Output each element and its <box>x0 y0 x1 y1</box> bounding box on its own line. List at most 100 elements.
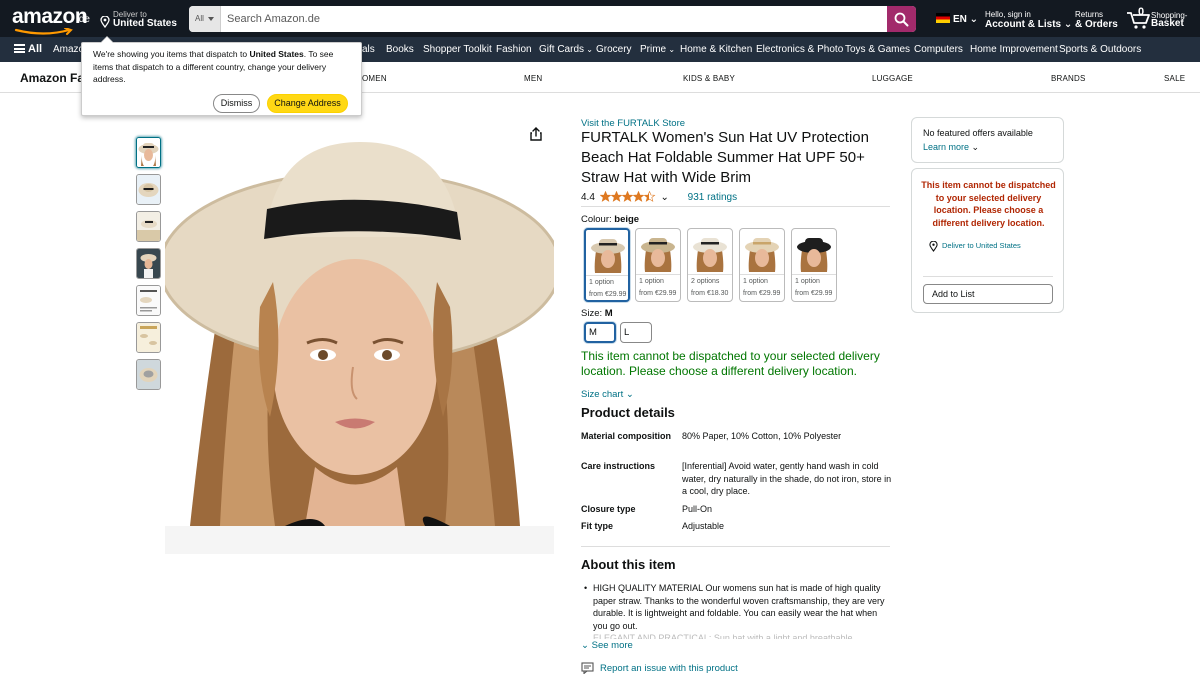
size-label: Size: M <box>581 308 613 319</box>
thumbnail[interactable] <box>136 211 161 242</box>
thumbnail[interactable] <box>136 137 161 168</box>
chevron-down-icon: ⌄ <box>623 389 634 400</box>
nav-item-deals[interactable]: als <box>362 44 375 55</box>
returns-label: Returns <box>1075 10 1104 19</box>
divider <box>923 276 1053 277</box>
swatch-price: from €29.99 <box>743 290 781 297</box>
detail-value: [Inferential] Avoid water, gently hand w… <box>682 461 892 496</box>
about-bullet-truncated: ELEGANT AND PRACTICAL: Sun hat with a li… <box>593 633 853 639</box>
search-bar: All <box>189 6 916 32</box>
nav-item-gift-cards[interactable]: Gift Cards <box>539 44 593 55</box>
product-details-heading: Product details <box>581 405 675 420</box>
features-thumbnail <box>137 323 160 352</box>
thumbnail[interactable] <box>136 174 161 205</box>
all-menu-button[interactable]: All <box>14 43 42 55</box>
divider <box>586 275 628 276</box>
language-selector[interactable]: EN ⌄ <box>936 13 978 25</box>
nav-item-sports-outdoors[interactable]: Sports & Outdoors <box>1059 44 1141 55</box>
colour-swatch[interactable]: 1 option from €29.99 <box>584 228 630 302</box>
swatch-image <box>795 232 833 272</box>
hat-closeup-thumbnail <box>137 360 160 389</box>
nav-item-prime[interactable]: Prime <box>640 44 675 55</box>
subnav-item-luggage[interactable]: LUGGAGE <box>872 74 913 83</box>
detail-key: Care instructions <box>581 461 656 471</box>
colour-swatch[interactable]: 1 option from €29.99 <box>791 228 837 302</box>
ratings-count-link[interactable]: 931 ratings <box>688 192 737 203</box>
swatch-image <box>743 232 781 272</box>
amazon-logo[interactable]: amazon .de <box>12 6 90 35</box>
selected-colour: beige <box>614 214 640 225</box>
chevron-down-icon: ⌄ <box>969 142 980 152</box>
main-product-image[interactable] <box>158 117 562 554</box>
returns-and-orders[interactable]: Returns & Orders <box>1075 10 1118 31</box>
rating-row: 4.4 ⌄ 931 ratings <box>581 191 737 203</box>
see-more-link[interactable]: ⌄ See more <box>581 640 633 651</box>
divider <box>581 206 890 207</box>
thumbnail[interactable] <box>136 285 161 316</box>
search-submit-button[interactable] <box>887 6 916 32</box>
nav-item-computers[interactable]: Computers <box>914 44 963 55</box>
detail-key: Fit type <box>581 521 614 531</box>
subnav-brand[interactable]: Amazon Fa <box>20 71 84 85</box>
chevron-down-icon: ⌄ <box>1061 19 1073 30</box>
nav-item-toys-games[interactable]: Toys & Games <box>845 44 910 55</box>
divider <box>581 546 890 547</box>
nav-item-home-kitchen[interactable]: Home & Kitchen <box>680 44 752 55</box>
size-chart-link[interactable]: Size chart ⌄ <box>581 389 634 400</box>
chevron-down-icon[interactable]: ⌄ <box>660 192 668 203</box>
search-category-dropdown[interactable]: All <box>189 6 221 32</box>
rating-value: 4.4 <box>581 192 595 203</box>
thumbnail[interactable] <box>136 248 161 279</box>
nav-item-electronics[interactable]: Electronics & Photo <box>756 44 843 55</box>
selected-size: M <box>604 308 613 319</box>
size-option-l[interactable]: L <box>620 322 652 343</box>
size-option-m[interactable]: M <box>584 322 616 343</box>
learn-more-link[interactable]: Learn more ⌄ <box>923 142 979 153</box>
nav-item-home-improvement[interactable]: Home Improvement <box>970 44 1058 55</box>
orders-label: & Orders <box>1075 19 1118 30</box>
colour-swatch[interactable]: 2 options from €18.30 <box>687 228 733 302</box>
nav-item-books[interactable]: Books <box>386 44 414 55</box>
nav-item-amazon[interactable]: Amazo <box>53 44 84 55</box>
location-pin-icon <box>100 16 110 28</box>
swatch-image <box>589 233 627 273</box>
shopping-basket[interactable]: 0 Shopping- Basket <box>1126 6 1196 32</box>
thumbnail[interactable] <box>136 359 161 390</box>
subnav-item-sale[interactable]: SALE <box>1164 74 1185 83</box>
no-offers-text: No featured offers available <box>923 128 1033 138</box>
colour-swatch[interactable]: 1 option from €29.99 <box>739 228 785 302</box>
star-rating-icon[interactable] <box>599 191 656 202</box>
dismiss-button[interactable]: Dismiss <box>213 94 260 113</box>
search-input[interactable] <box>223 6 883 32</box>
nav-item-grocery[interactable]: Grocery <box>596 44 632 55</box>
deliver-country: United States <box>113 18 177 29</box>
account-and-lists[interactable]: Hello, sign in Account & Lists ⌄ <box>985 10 1072 31</box>
change-address-button[interactable]: Change Address <box>267 94 348 113</box>
hat-product-thumbnail <box>137 175 160 204</box>
comment-icon <box>581 662 594 675</box>
add-to-list-button[interactable]: Add to List <box>923 284 1053 304</box>
subnav-item-kids-baby[interactable]: KIDS & BABY <box>683 74 735 83</box>
smile-arrow-icon <box>14 28 73 35</box>
deliver-to-link[interactable]: Deliver to United States <box>929 240 1052 252</box>
model-hat-thumbnail <box>137 138 160 167</box>
subnav-item-men[interactable]: MEN <box>524 74 542 83</box>
swatch-options: 1 option <box>795 278 820 285</box>
account-greeting: Hello, sign in <box>985 10 1031 19</box>
account-label: Account & Lists <box>985 19 1062 30</box>
subnav-item-brands[interactable]: BRANDS <box>1051 74 1086 83</box>
divider <box>636 274 680 275</box>
detail-value: 80% Paper, 10% Cotton, 10% Polyester <box>682 431 842 441</box>
share-icon[interactable] <box>528 126 544 142</box>
colour-label: Colour: beige <box>581 214 640 225</box>
divider <box>688 274 732 275</box>
nav-item-shopper-toolkit[interactable]: Shopper Toolkit <box>423 44 492 55</box>
thumbnail[interactable] <box>136 322 161 353</box>
product-title: FURTALK Women's Sun Hat UV Protection Be… <box>581 129 869 186</box>
basket-count-badge: 0 <box>1138 6 1145 18</box>
model-wearing-sun-hat-photo <box>158 117 562 554</box>
subnav-item-women[interactable]: OMEN <box>362 74 387 83</box>
report-issue-link[interactable]: Report an issue with this product <box>581 662 738 675</box>
nav-item-fashion[interactable]: Fashion <box>496 44 532 55</box>
colour-swatch[interactable]: 1 option from €29.99 <box>635 228 681 302</box>
